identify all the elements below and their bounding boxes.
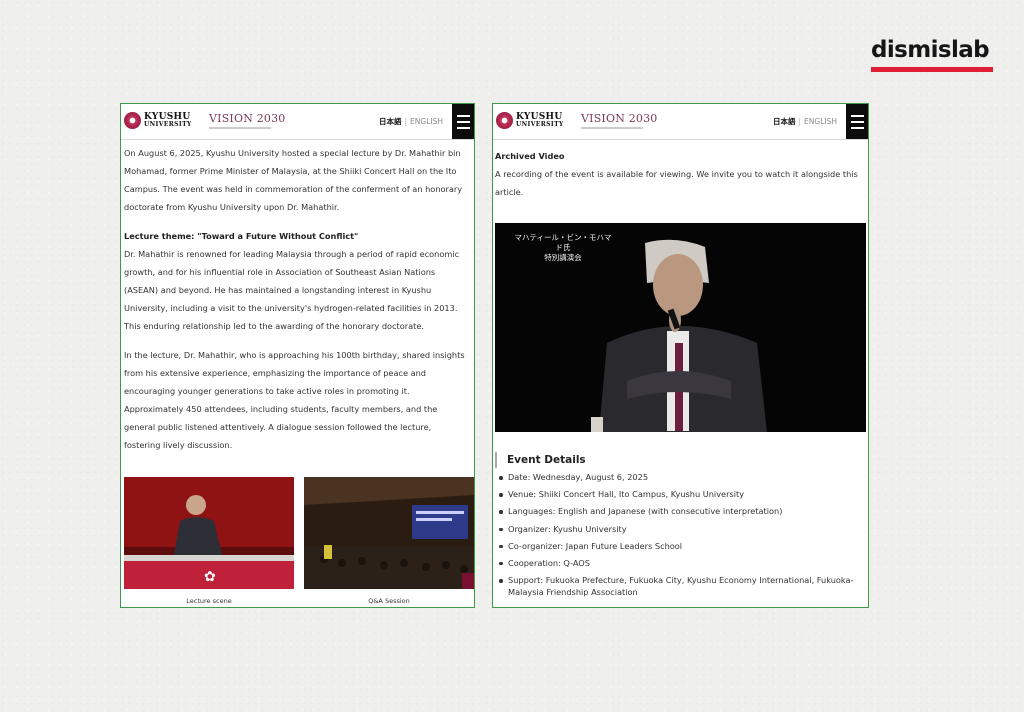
list-item: Venue: Shiiki Concert Hall, Ito Campus, … xyxy=(498,489,864,501)
menu-button[interactable] xyxy=(452,104,474,139)
kyushu-university-logo[interactable]: KYUSHU UNIVERSITY xyxy=(496,112,564,129)
dismislab-logo: dismislab xyxy=(871,36,993,72)
menu-button[interactable] xyxy=(846,104,868,139)
university-emblem-icon xyxy=(124,112,141,129)
lecture-paragraph: In the lecture, Dr. Mahathir, who is app… xyxy=(124,350,465,450)
background-paragraph: Dr. Mahathir is renowned for leading Mal… xyxy=(124,249,460,331)
lang-en-link[interactable]: ENGLISH xyxy=(410,117,443,126)
lecture-theme-heading: Lecture theme: "Toward a Future Without … xyxy=(124,231,359,241)
archived-video-heading: Archived Video xyxy=(495,151,565,161)
lang-ja-link[interactable]: 日本語 xyxy=(379,117,402,126)
video-caption-line2: 特別講演会 xyxy=(544,253,582,262)
list-item: Support: Fukuoka Prefecture, Fukuoka Cit… xyxy=(498,575,864,598)
brand-name: dismislab xyxy=(871,37,990,63)
logo-text-line1: KYUSHU xyxy=(144,111,191,122)
language-switcher: 日本語 | ENGLISH xyxy=(379,117,443,126)
event-details-heading: Event Details xyxy=(495,452,586,468)
logo-text-line2: UNIVERSITY xyxy=(516,120,564,128)
lang-en-link[interactable]: ENGLISH xyxy=(804,117,837,126)
qa-session-photo xyxy=(304,477,474,589)
vision-2030-logo[interactable]: VISION 2030 xyxy=(581,113,658,129)
archived-video-player[interactable]: マハティール・ビン・モハマド氏 特別講演会 xyxy=(495,223,866,432)
caption-lecture-scene: Lecture scene xyxy=(186,597,232,605)
lang-ja-link[interactable]: 日本語 xyxy=(773,117,796,126)
hamburger-icon xyxy=(457,115,470,117)
site-header: KYUSHU UNIVERSITY VISION 2030 日本語 | ENGLIS… xyxy=(121,104,474,140)
list-item: Organizer: Kyushu University xyxy=(498,524,864,536)
vision-subtitle-line xyxy=(209,127,271,129)
list-item: Languages: English and Japanese (with co… xyxy=(498,506,864,518)
vision-text: VISION 2030 xyxy=(581,112,658,125)
university-emblem-icon xyxy=(496,112,513,129)
vision-2030-logo[interactable]: VISION 2030 xyxy=(209,113,286,129)
site-header: KYUSHU UNIVERSITY VISION 2030 日本語 | ENGLIS… xyxy=(493,104,868,140)
logo-text-line1: KYUSHU xyxy=(516,111,563,122)
video-caption-line1: マハティール・ビン・モハマド氏 xyxy=(514,233,612,252)
event-details-list: Date: Wednesday, August 6, 2025 Venue: S… xyxy=(498,472,864,604)
list-item: Date: Wednesday, August 6, 2025 xyxy=(498,472,864,484)
list-item: Cooperation: Q-AOS xyxy=(498,558,864,570)
archived-video-text: A recording of the event is available fo… xyxy=(495,169,858,197)
svg-text:✿: ✿ xyxy=(204,569,216,585)
lecture-scene-photo: ✿ xyxy=(124,477,294,589)
vision-subtitle-line xyxy=(581,127,643,129)
article-panel-right: KYUSHU UNIVERSITY VISION 2030 日本語 | ENGLIS… xyxy=(492,103,869,608)
caption-qa-session: Q&A Session xyxy=(368,597,410,605)
article-panel-left: KYUSHU UNIVERSITY VISION 2030 日本語 | ENGLIS… xyxy=(120,103,475,608)
intro-paragraph: On August 6, 2025, Kyushu University hos… xyxy=(124,148,463,212)
vision-text: VISION 2030 xyxy=(209,112,286,125)
kyushu-university-logo[interactable]: KYUSHU UNIVERSITY xyxy=(124,112,192,129)
hamburger-icon xyxy=(851,115,864,117)
logo-text-line2: UNIVERSITY xyxy=(144,120,192,128)
language-switcher: 日本語 | ENGLISH xyxy=(773,117,837,126)
brand-underline xyxy=(871,67,993,72)
list-item: Co-organizer: Japan Future Leaders Schoo… xyxy=(498,541,864,553)
